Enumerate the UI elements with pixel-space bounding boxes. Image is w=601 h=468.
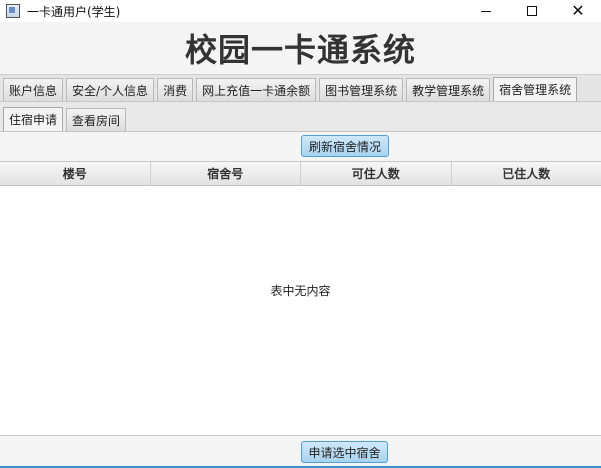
tab-accommodation-application[interactable]: 住宿申请 — [3, 107, 64, 131]
table-empty-placeholder: 表中无内容 — [270, 284, 331, 298]
apply-selected-dormitory-button[interactable]: 申请选中宿舍 — [301, 441, 388, 463]
tab-online-recharge[interactable]: 网上充值一卡通余额 — [196, 78, 317, 101]
window-controls: ✕ — [463, 0, 601, 22]
tab-security-personal-info[interactable]: 安全/个人信息 — [66, 78, 155, 101]
tab-view-rooms[interactable]: 查看房间 — [66, 108, 127, 131]
app-window-icon — [6, 4, 20, 18]
close-button[interactable]: ✕ — [555, 0, 601, 22]
minimize-button[interactable] — [463, 0, 509, 22]
column-header-building[interactable]: 楼号 — [0, 162, 151, 185]
maximize-button[interactable] — [509, 0, 555, 22]
page-title: 校园一卡通系统 — [184, 31, 416, 69]
column-header-room[interactable]: 宿舍号 — [151, 162, 301, 185]
tab-account-info[interactable]: 账户信息 — [3, 78, 64, 101]
dormitory-application-panel: 刷新宿舍情况 楼号 宿舍号 可住人数 已住人数 表中无内容 申请选中宿舍 — [0, 132, 601, 468]
maximize-icon — [527, 6, 537, 16]
tab-library-system[interactable]: 图书管理系统 — [319, 78, 404, 101]
refresh-dormitory-button[interactable]: 刷新宿舍情况 — [301, 135, 389, 157]
column-header-occupied[interactable]: 已住人数 — [452, 162, 601, 185]
table-header: 楼号 宿舍号 可住人数 已住人数 — [0, 162, 601, 186]
tab-consumption[interactable]: 消费 — [157, 78, 194, 101]
minimize-icon — [481, 10, 491, 12]
app-header: 校园一卡通系统 — [0, 22, 601, 74]
close-icon: ✕ — [571, 1, 585, 20]
window-title: 一卡通用户(学生) — [27, 4, 121, 19]
dormitory-table[interactable]: 楼号 宿舍号 可住人数 已住人数 表中无内容 — [0, 161, 601, 436]
sub-tab-bar: 住宿申请 查看房间 — [0, 102, 601, 132]
column-header-capacity[interactable]: 可住人数 — [301, 162, 452, 185]
tab-dormitory-system[interactable]: 宿舍管理系统 — [493, 77, 578, 101]
tab-teaching-system[interactable]: 教学管理系统 — [406, 78, 491, 101]
title-bar: 一卡通用户(学生) ✕ — [0, 0, 601, 22]
main-tab-bar: 账户信息 安全/个人信息 消费 网上充值一卡通余额 图书管理系统 教学管理系统 … — [0, 74, 601, 102]
